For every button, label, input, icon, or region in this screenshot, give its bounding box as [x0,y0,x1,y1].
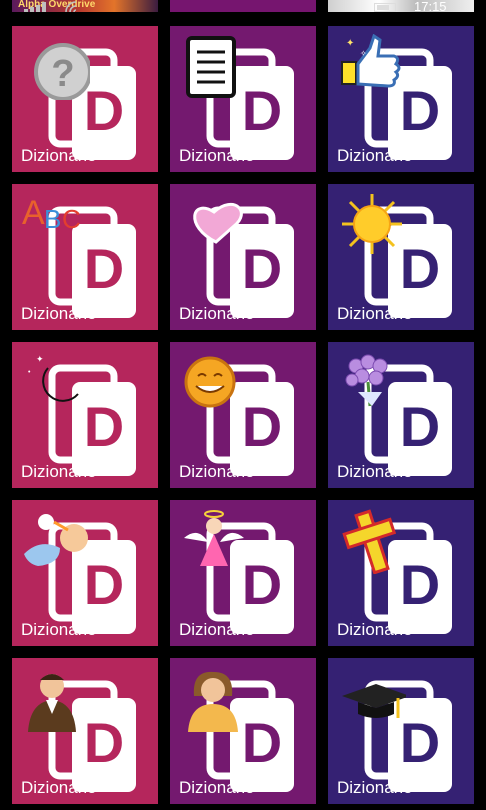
cross-icon [336,508,406,575]
svg-text:•: • [28,369,31,376]
tile-label: Dizionario [337,620,413,639]
tile-label: Dizionario [337,778,413,797]
woman-avatar-icon [178,666,248,732]
tile-label: Dizionario [21,304,97,323]
sun-icon [336,192,406,258]
tile-label: Dizionario [337,462,413,481]
man-avatar-icon [20,666,90,732]
svg-text:✦: ✦ [346,38,354,49]
tile-label: Dizionario [21,462,97,481]
svg-text:C: C [62,204,81,234]
dictionary-tile[interactable]: D Dizionario [328,184,474,330]
dictionary-tile[interactable]: D A B C Dizionario [12,184,158,330]
document-icon [178,34,248,100]
graduation-cap-icon [336,666,410,732]
dictionary-tile[interactable]: D Dizionario [328,658,474,804]
moon-stars-icon: ✦ • [20,350,90,416]
svg-text:B: B [44,204,61,234]
help-question-icon: ? [20,34,92,101]
tile-label: Dizionario [21,620,97,639]
angel-icon [178,508,248,574]
dictionary-tile[interactable]: D Dizionario [12,658,158,804]
dictionary-tile[interactable]: D Dizionario [328,500,474,646]
heart-icon [178,192,248,258]
dictionary-tile[interactable]: D Dizionario [170,658,316,804]
dictionary-tile[interactable]: D Dizionario [170,500,316,646]
dictionary-tile[interactable]: D Dizionario [170,26,316,172]
dictionary-tile[interactable]: D Dizionario [170,342,316,488]
dictionary-tile[interactable]: D Dizionario [170,184,316,330]
tile-label: Dizionario [21,146,97,165]
svg-text:A: A [22,194,45,232]
tile-label: Dizionario [179,304,255,323]
smiley-face-icon [178,350,248,416]
thumbs-up-icon: ✦ ✧ [336,33,406,100]
abc-letters-icon: ABC [20,192,90,258]
tile-label: Dizionario [21,778,97,797]
flower-bouquet-icon [336,350,406,416]
tile-grid: D? Dizionario D Dizionario D ✦ ✧ Dizionario D… [0,0,486,810]
tile-label: Dizionario [337,146,413,165]
tile-label: Dizionario [337,304,413,323]
svg-text:✧: ✧ [360,49,367,58]
svg-text:✦: ✦ [36,354,44,364]
svg-text:?: ? [51,53,74,95]
tile-label: Dizionario [179,778,255,797]
dictionary-tile[interactable]: D ✦ • Dizionario [12,342,158,488]
tile-label: Dizionario [179,620,255,639]
baby-stork-icon [20,508,90,574]
tile-label: Dizionario [179,146,255,165]
dictionary-tile[interactable]: D Dizionario [328,342,474,488]
tile-label: Dizionario [179,462,255,481]
dictionary-tile[interactable]: D ✦ ✧ Dizionario [328,26,474,172]
dictionary-tile[interactable]: D? Dizionario [12,26,158,172]
dictionary-tile[interactable]: D Dizionario [12,500,158,646]
